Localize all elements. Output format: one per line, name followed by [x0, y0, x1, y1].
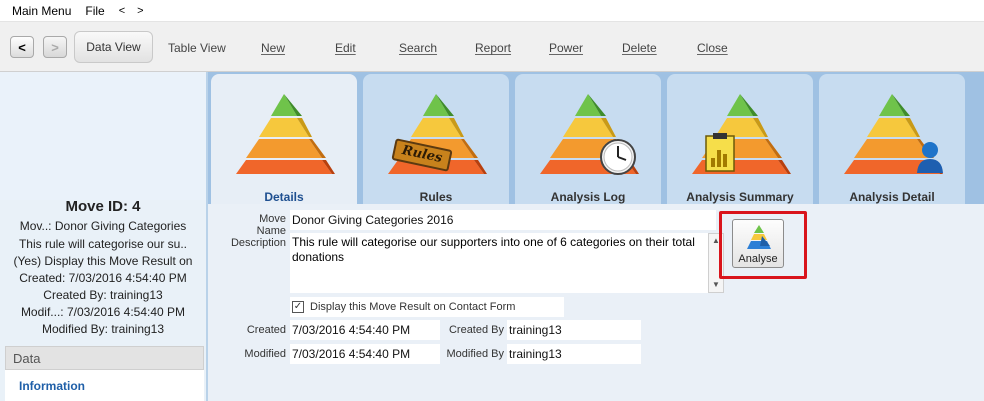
summary-line: Modified By: training13 [41, 322, 165, 336]
display-checkbox-label: Display this Move Result on Contact Form [310, 301, 516, 313]
summary-line: (Yes) Display this Move Result on [13, 254, 193, 268]
analyse-button[interactable]: Analyse [732, 219, 784, 268]
summary-line: Mov..: Donor Giving Categories [19, 219, 187, 233]
move-name-field[interactable]: Donor Giving Categories 2016 [290, 210, 716, 230]
created-field[interactable]: 7/03/2016 4:54:40 PM [290, 320, 440, 340]
summary-blank-area [0, 72, 206, 200]
menu-forward[interactable]: > [137, 5, 143, 17]
close-button[interactable]: Close [697, 36, 728, 60]
search-button[interactable]: Search [399, 36, 437, 60]
move-id-title: Move ID: 4 [65, 198, 141, 215]
menu-main[interactable]: Main Menu [12, 4, 71, 18]
analyse-button-label: Analyse [738, 253, 778, 265]
delete-button[interactable]: Delete [622, 36, 657, 60]
analyse-pyramid-icon [747, 225, 771, 249]
new-button[interactable]: New [261, 36, 285, 60]
tab-strip: Details Rules Rules Analysis Log Analysi… [208, 72, 984, 204]
tab-analysis-detail[interactable]: Analysis Detail [819, 74, 965, 204]
summary-line: This rule will categorise our su.. [18, 237, 188, 251]
tab-analysis-summary[interactable]: Analysis Summary [667, 74, 813, 204]
summary-line: Created By: training13 [43, 288, 163, 302]
description-label: Description [230, 237, 286, 249]
toolbar: < > Data View Table View New Edit Search… [0, 22, 984, 72]
sidebar-item-information[interactable]: Information [5, 370, 204, 401]
pyramid-icon [692, 94, 791, 174]
menu-file[interactable]: File [85, 4, 104, 18]
created-by-label: Created By [448, 324, 504, 336]
display-on-contact-form-row[interactable]: ✓ Display this Move Result on Contact Fo… [290, 297, 564, 317]
clock-icon [600, 139, 636, 175]
tab-analysis-log[interactable]: Analysis Log [515, 74, 661, 204]
modified-by-field[interactable]: training13 [507, 344, 641, 364]
forward-button[interactable]: > [43, 36, 67, 58]
edit-button[interactable]: Edit [335, 36, 356, 60]
table-view-button[interactable]: Table View [168, 36, 226, 60]
back-button[interactable]: < [10, 36, 34, 58]
pyramid-icon [236, 94, 335, 174]
menu-back[interactable]: < [119, 5, 125, 17]
move-name-label: Move Name [256, 213, 286, 237]
tab-details[interactable]: Details [211, 74, 357, 204]
description-field[interactable]: This rule will categorise our supporters… [290, 233, 708, 293]
tab-analysis-log-label: Analysis Log [550, 190, 626, 204]
report-button[interactable]: Report [475, 36, 511, 60]
sidebar-section-data[interactable]: Data [5, 346, 204, 370]
chart-clipboard-icon [705, 133, 735, 172]
tab-rules[interactable]: Rules Rules [363, 74, 509, 204]
scroll-down-icon[interactable]: ▼ [711, 280, 721, 290]
summary-line: Modif...: 7/03/2016 4:54:40 PM [20, 305, 186, 319]
power-button[interactable]: Power [549, 36, 583, 60]
person-icon [917, 142, 943, 173]
summary-panel: Move ID: 4 Mov..: Donor Giving Categorie… [0, 72, 208, 401]
modified-label: Modified [244, 348, 286, 360]
tab-rules-label: Rules [419, 190, 453, 204]
tab-analysis-summary-label: Analysis Summary [686, 190, 794, 204]
created-by-field[interactable]: training13 [507, 320, 641, 340]
display-checkbox[interactable]: ✓ [292, 301, 304, 313]
tab-details-label: Details [264, 190, 304, 204]
data-view-button[interactable]: Data View [74, 31, 153, 63]
menu-bar: Main Menu File < > [0, 0, 984, 22]
tab-analysis-detail-label: Analysis Detail [849, 190, 935, 204]
modified-field[interactable]: 7/03/2016 4:54:40 PM [290, 344, 440, 364]
summary-line: Created: 7/03/2016 4:54:40 PM [19, 271, 187, 285]
created-label: Created [246, 324, 286, 336]
modified-by-label: Modified By [446, 348, 504, 360]
